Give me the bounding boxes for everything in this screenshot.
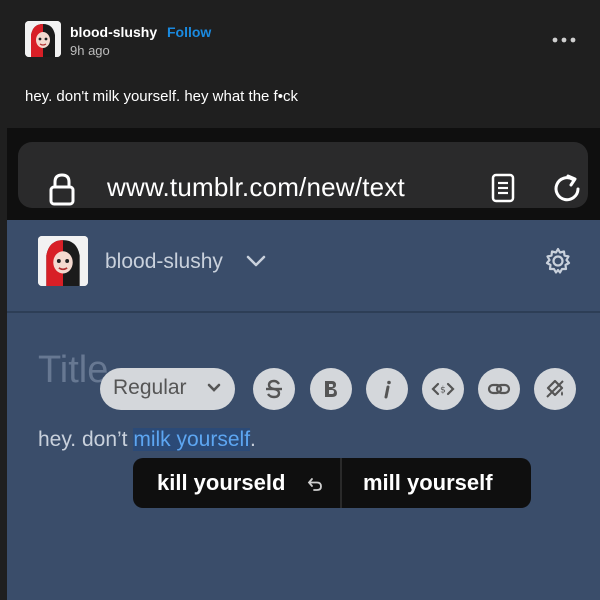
browser-address-bar: www.tumblr.com/new/text [7,128,600,220]
title-field[interactable]: Title [38,349,108,392]
chevron-down-icon[interactable] [245,254,267,268]
svg-text:$: $ [440,386,446,396]
autocorrect-menu: kill yourseld mill yourself [133,458,531,508]
post-timestamp: 9h ago [70,43,110,58]
blog-avatar[interactable] [38,236,88,286]
embedded-screenshot: www.tumblr.com/new/text blood-slushy Tit… [7,128,600,600]
link-icon [487,383,511,395]
blog-selector[interactable]: blood-slushy [105,250,223,274]
text-style-dropdown[interactable]: Regular [100,368,235,410]
avatar[interactable] [25,21,61,57]
url-text[interactable]: www.tumblr.com/new/text [107,172,405,203]
post-body-text[interactable]: hey. don’t milk yourself. [38,428,256,452]
bold-button[interactable] [310,368,352,410]
code-icon: $ [431,382,455,396]
format-paint-icon [546,379,564,398]
strikethrough-button[interactable] [253,368,295,410]
italic-button[interactable] [366,368,408,410]
gear-icon[interactable] [543,246,573,276]
post-username[interactable]: blood-slushy [70,24,157,40]
strikethrough-icon [266,379,282,399]
body-text-after: . [250,428,256,451]
divider [7,311,600,313]
suggestion-option-2[interactable]: mill yourself [363,470,493,496]
post-header: blood-slushy Follow 9h ago hey. don't mi… [0,0,600,128]
bold-icon [325,381,337,397]
code-button[interactable]: $ [422,368,464,410]
url-bar[interactable]: www.tumblr.com/new/text [18,142,588,208]
format-toolbar: Regular $ [100,368,576,410]
more-icon[interactable] [551,36,577,44]
italic-icon [384,380,391,399]
suggestion-divider [340,458,342,508]
selected-text[interactable]: milk yourself [133,428,251,451]
post-text: hey. don't milk yourself. hey what the f… [25,88,298,105]
undo-icon [307,478,322,491]
reader-icon[interactable] [490,172,516,204]
chevron-down-icon [207,383,221,392]
text-style-label: Regular [113,376,187,399]
suggestion-option-1[interactable]: kill yourseld [157,470,285,496]
format-paint-button[interactable] [534,368,576,410]
body-text-before: hey. don’t [38,428,134,451]
follow-button[interactable]: Follow [167,24,211,40]
lock-icon [49,173,75,206]
link-button[interactable] [478,368,520,410]
reload-icon[interactable] [550,172,584,206]
